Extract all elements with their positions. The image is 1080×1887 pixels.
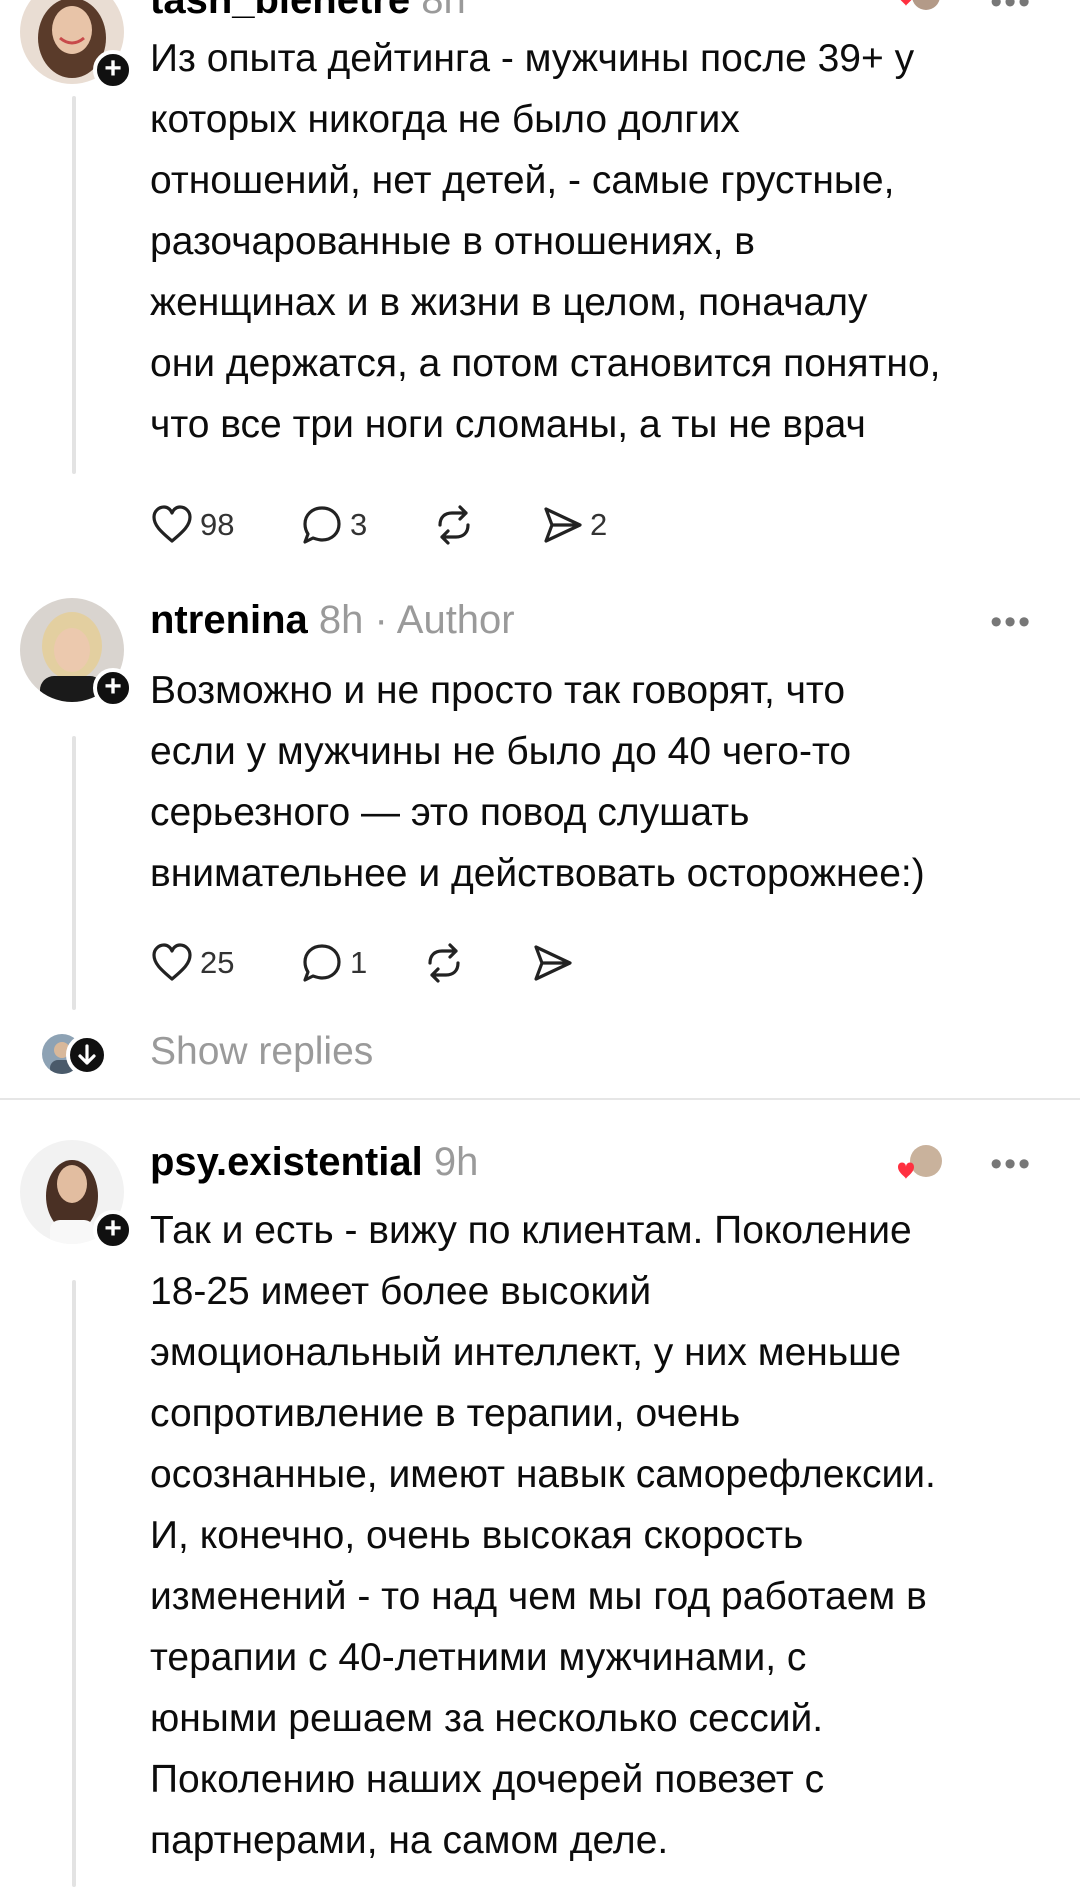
more-icon[interactable]: ••• xyxy=(990,605,1032,639)
username[interactable]: tash_bienetre 8h xyxy=(150,0,466,23)
text-line: отношений, нет детей, - самые грустные, xyxy=(150,159,895,202)
text-line: И, конечно, очень высокая скорость xyxy=(150,1514,804,1557)
text-line: которых никогда не было долгих xyxy=(150,98,740,141)
share-button[interactable] xyxy=(530,938,574,988)
text-line: Поколению наших дочерей повезет с xyxy=(150,1758,825,1801)
text-line: разочарованные в отношениях, в xyxy=(150,220,755,263)
follow-plus-icon[interactable]: + xyxy=(93,668,133,708)
follow-plus-icon[interactable]: + xyxy=(93,1210,133,1250)
reply-count: 3 xyxy=(350,507,368,542)
heart-icon xyxy=(152,943,192,981)
like-button[interactable]: 25 xyxy=(150,938,234,988)
text-line: внимательнее и действовать осторожнее:) xyxy=(150,852,925,895)
send-icon xyxy=(534,945,572,981)
arrow-down-icon[interactable] xyxy=(66,1034,108,1076)
text-line: Так и есть - вижу по клиентам. Поколение xyxy=(150,1209,912,1252)
reply-button[interactable]: 3 xyxy=(300,500,367,550)
repost-button[interactable] xyxy=(422,938,466,988)
show-replies-link[interactable]: Show replies xyxy=(150,1030,373,1074)
text-line: Из опыта дейтинга - мужчины после 39+ у xyxy=(150,37,915,80)
text-line: если у мужчины не было до 40 чего-то xyxy=(150,730,852,773)
reply-button[interactable]: 1 xyxy=(300,938,367,988)
reply-count: 1 xyxy=(350,945,368,980)
share-button[interactable]: 2 xyxy=(540,500,607,550)
liked-by-avatar-icon xyxy=(888,1145,946,1185)
post-time: 8h xyxy=(318,598,364,642)
share-count: 2 xyxy=(590,507,608,542)
heart-icon xyxy=(152,505,192,543)
text-line: осознанные, имеют навык саморефлексии. xyxy=(150,1453,936,1496)
username-text[interactable]: psy.existential xyxy=(150,1140,423,1184)
comment-icon xyxy=(303,506,341,544)
text-line: серьезного — это повод слушать xyxy=(150,791,750,834)
post-text: Так и есть - вижу по клиентам. Поколение… xyxy=(150,1200,1060,1871)
divider xyxy=(0,1098,1080,1100)
username-text[interactable]: tash_bienetre xyxy=(150,0,410,22)
send-icon xyxy=(544,507,582,543)
like-count: 98 xyxy=(200,507,235,542)
repost-icon xyxy=(438,505,470,545)
liked-by-avatar-icon xyxy=(888,0,946,26)
more-icon[interactable]: ••• xyxy=(990,0,1032,19)
text-line: что все три ноги сломаны, а ты не врач xyxy=(150,403,866,446)
text-line: 18-25 имеет более высокий xyxy=(150,1270,652,1313)
more-icon[interactable]: ••• xyxy=(990,1147,1032,1181)
like-button[interactable]: 98 xyxy=(150,500,234,550)
post-text: Возможно и не просто так говорят, что ес… xyxy=(150,660,1060,904)
text-line: юными решаем за несколько сессий. xyxy=(150,1697,824,1740)
username-text[interactable]: ntrenina xyxy=(150,598,308,642)
text-line: сопротивление в терапии, очень xyxy=(150,1392,741,1435)
post-time: 8h xyxy=(421,0,466,22)
author-badge: Author xyxy=(396,598,515,642)
text-line: Возможно и не просто так говорят, что xyxy=(150,669,846,712)
follow-plus-icon[interactable]: + xyxy=(93,50,133,90)
post-text: Из опыта дейтинга - мужчины после 39+ у … xyxy=(150,28,1060,455)
thread-line xyxy=(72,1280,76,1887)
meta-separator: · xyxy=(363,598,397,642)
thread-line xyxy=(72,96,76,474)
text-line: терапии с 40-летними мужчинами, с xyxy=(150,1636,807,1679)
text-line: они держатся, а потом становится понятно… xyxy=(150,342,941,385)
text-line: эмоциональный интеллект, у них меньше xyxy=(150,1331,902,1374)
repost-icon xyxy=(428,943,460,983)
text-line: партнерами, на самом деле. xyxy=(150,1819,669,1862)
username[interactable]: ntrenina 8h · Author xyxy=(150,598,515,643)
username[interactable]: psy.existential 9h xyxy=(150,1140,478,1185)
comment-icon xyxy=(303,944,341,982)
post-time: 9h xyxy=(433,1140,479,1184)
like-count: 25 xyxy=(200,945,235,980)
text-line: изменений - то над чем мы год работаем в xyxy=(150,1575,927,1618)
thread-line xyxy=(72,736,76,1010)
text-line: женщинах и в жизни в целом, поначалу xyxy=(150,281,868,324)
repost-button[interactable] xyxy=(432,500,476,550)
